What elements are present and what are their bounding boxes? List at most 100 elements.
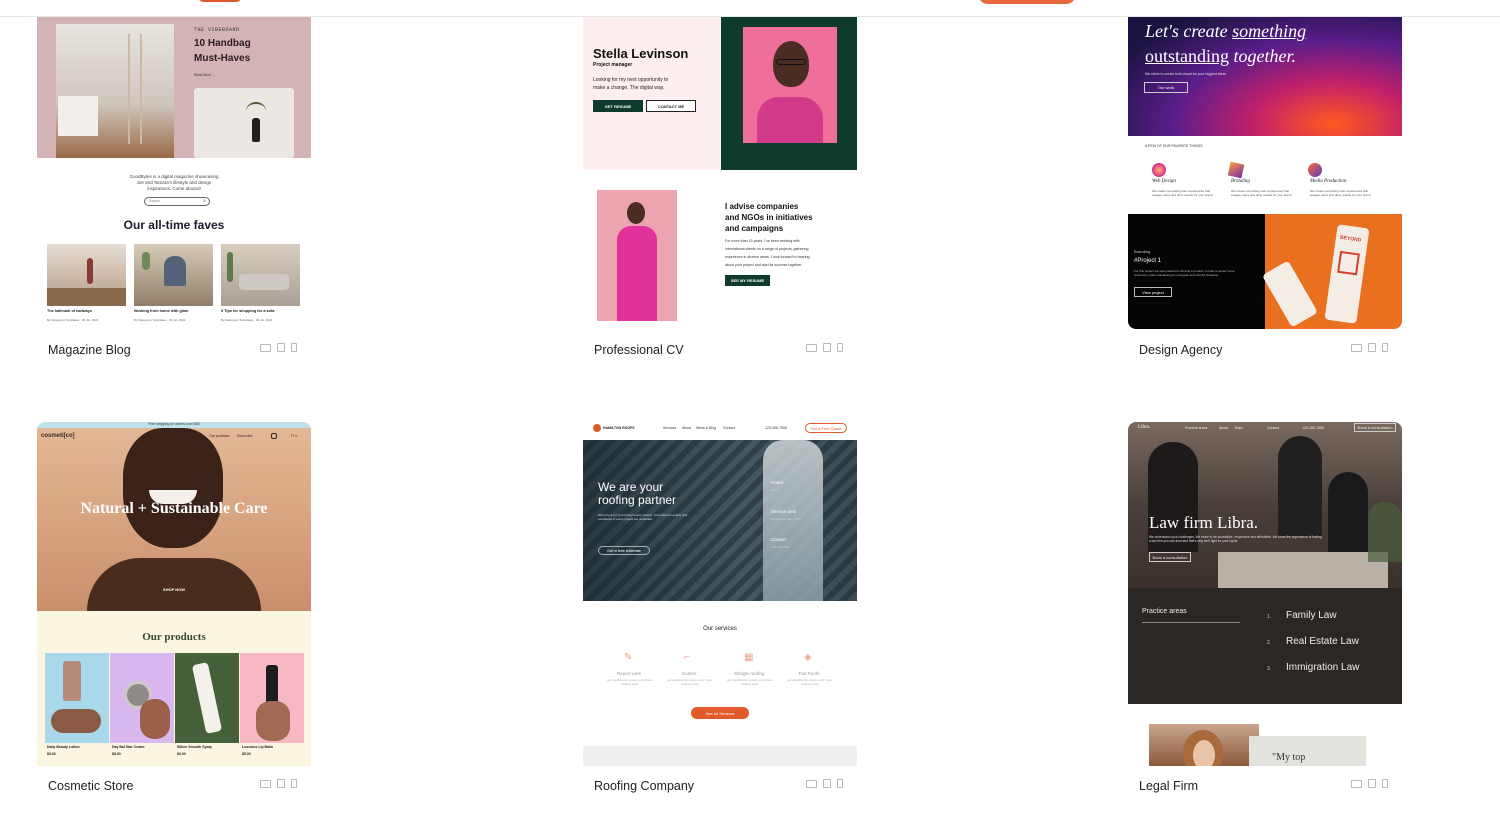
template-title[interactable]: Professional CV	[594, 343, 684, 357]
template-card-magazine-blog[interactable]: THE VIBEBOARD 10 Handbag Must-Haves Read…	[37, 17, 311, 367]
nav-about[interactable]: About	[682, 426, 691, 430]
phone-number[interactable]: 123-456-7890	[765, 426, 787, 430]
product-name-4[interactable]: Luscious Lip Balm	[242, 745, 273, 749]
template-preview[interactable]: Let's create something outstanding toget…	[1128, 17, 1402, 329]
post-title-1[interactable]: The hallmark of hallways	[47, 309, 92, 313]
mobile-icon[interactable]	[291, 779, 297, 788]
mobile-icon[interactable]	[837, 779, 843, 788]
product-image-1[interactable]	[45, 653, 109, 743]
template-card-professional-cv[interactable]: Stella Levinson Project manager Looking …	[583, 17, 857, 367]
service-desc-3: get significantly reduce your home heati…	[727, 678, 773, 686]
post-meta-2: By Designers Templates · 06 Jul, 2022	[134, 318, 186, 322]
phone-number[interactable]: 123-456-7890	[1302, 426, 1324, 430]
desktop-icon[interactable]	[806, 779, 817, 788]
roofing-logo-icon	[593, 424, 601, 432]
free-estimate-button[interactable]: Get a free estimate	[598, 546, 650, 555]
product-name-1[interactable]: Daily Beauty Lotion	[47, 745, 80, 749]
tablet-icon[interactable]	[823, 779, 831, 788]
tablet-icon[interactable]	[277, 343, 285, 352]
service-name-3: Media Production	[1310, 179, 1347, 184]
desktop-icon[interactable]	[1351, 779, 1362, 788]
post-image-3[interactable]	[221, 244, 300, 306]
template-card-roofing-company[interactable]: HAMILTON ROOFS Services About News & Blo…	[583, 422, 857, 802]
book-consultation-nav-button[interactable]: Book a consultation	[1354, 423, 1396, 432]
product-image-3[interactable]	[175, 653, 239, 743]
store-logo[interactable]: cosmeti[co]	[41, 433, 75, 439]
nav-team[interactable]: Team	[1234, 426, 1243, 430]
products-heading: Our products	[142, 631, 206, 643]
product-image-2[interactable]	[110, 653, 174, 743]
book-consultation-button[interactable]: Book a consultation	[1149, 552, 1191, 562]
post-title-2[interactable]: Working from home with glam	[134, 309, 188, 313]
nav-accent-tab[interactable]	[198, 0, 242, 2]
template-preview[interactable]: Free shipping on orders over $50 cosmeti…	[37, 422, 311, 766]
tablet-icon[interactable]	[1368, 343, 1376, 352]
roofing-logo[interactable]: HAMILTON ROOFS	[603, 426, 635, 430]
our-work-button[interactable]: Our work	[1144, 82, 1188, 93]
template-title[interactable]: Cosmetic Store	[48, 779, 133, 793]
post-image-1[interactable]	[47, 244, 126, 306]
template-title[interactable]: Magazine Blog	[48, 343, 131, 357]
area-name-3[interactable]: Immigration Law	[1286, 662, 1359, 673]
shop-now-button[interactable]: SHOP NOW	[154, 585, 194, 593]
area-name-2[interactable]: Real Estate Law	[1286, 636, 1359, 647]
area-name-1[interactable]: Family Law	[1286, 610, 1337, 621]
nav-about[interactable]: About	[1219, 426, 1228, 430]
see-all-services-button[interactable]: See All Services	[691, 707, 749, 719]
product-image-4[interactable]	[240, 653, 304, 743]
nav-our-products[interactable]: Our products	[209, 434, 229, 438]
template-title[interactable]: Design Agency	[1139, 343, 1222, 357]
service-name-2: Branding	[1231, 179, 1250, 184]
contact-me-button[interactable]: CONTACT ME	[646, 100, 696, 112]
nav-news[interactable]: News & Blog	[696, 426, 716, 430]
mobile-icon[interactable]	[1382, 343, 1388, 352]
tablet-icon[interactable]	[823, 343, 831, 352]
post-title-3[interactable]: 5 Tips for shopping for a sofa	[221, 309, 274, 313]
desktop-icon[interactable]	[1351, 343, 1362, 352]
instagram-icon[interactable]	[271, 433, 277, 439]
nav-contact[interactable]: Contact	[723, 426, 735, 430]
template-preview[interactable]: Libra. Practice areas About Team Contact…	[1128, 422, 1402, 766]
cv-hero-left	[583, 17, 721, 170]
nav-services[interactable]: Services	[663, 426, 676, 430]
template-preview[interactable]: Stella Levinson Project manager Looking …	[583, 17, 857, 329]
post-meta-3: By Designers Templates · 06 Jul, 2022	[221, 318, 273, 322]
area-num-2: 2.	[1267, 640, 1272, 646]
get-resume-button[interactable]: GET RESUME	[593, 100, 643, 112]
template-title[interactable]: Legal Firm	[1139, 779, 1198, 793]
intro-line-3: inspirations. Come aboard!	[147, 186, 201, 191]
flat-roof-icon: ◈	[804, 652, 812, 663]
hero-line-1: We are your	[598, 480, 664, 494]
start-button[interactable]	[978, 0, 1076, 4]
template-preview[interactable]: THE VIBEBOARD 10 Handbag Must-Haves Read…	[37, 17, 311, 327]
legal-logo[interactable]: Libra.	[1138, 425, 1150, 430]
nav-contact[interactable]: Contact	[1267, 426, 1279, 430]
template-card-legal-firm[interactable]: Libra. Practice areas About Team Contact…	[1128, 422, 1402, 802]
search-input[interactable]: Search ⌕	[144, 197, 210, 206]
desktop-icon[interactable]	[806, 343, 817, 352]
tablet-icon[interactable]	[1368, 779, 1376, 788]
nav-practice-areas[interactable]: Practice areas	[1185, 426, 1207, 430]
desktop-icon[interactable]	[260, 779, 271, 788]
template-title[interactable]: Roofing Company	[594, 779, 694, 793]
desktop-icon[interactable]	[260, 343, 271, 352]
template-card-design-agency[interactable]: Let's create something outstanding toget…	[1128, 17, 1402, 367]
service-name-2: Gutters	[681, 671, 697, 676]
product-name-2[interactable]: Day Bal Star Cream	[112, 745, 145, 749]
product-name-3[interactable]: Silken Smooth Spray	[177, 745, 212, 749]
template-card-cosmetic-store[interactable]: Free shipping on orders over $50 cosmeti…	[37, 422, 311, 802]
tablet-icon[interactable]	[277, 779, 285, 788]
mobile-icon[interactable]	[1382, 779, 1388, 788]
cart-icon[interactable]: ⊓ 0	[291, 433, 297, 438]
read-more-link[interactable]: Read More →	[194, 73, 216, 77]
nav-subscribe[interactable]: Subscribe	[237, 434, 253, 438]
repair-icon: ✎	[624, 652, 633, 663]
free-quote-button[interactable]: Get a Free Quote	[805, 423, 847, 433]
service-desc-1: get significantly reduce your home heati…	[607, 678, 653, 686]
mobile-icon[interactable]	[291, 343, 297, 352]
template-preview[interactable]: HAMILTON ROOFS Services About News & Blo…	[583, 422, 857, 766]
view-project-button[interactable]: View project	[1134, 287, 1172, 297]
see-resume-button[interactable]: SEE MY RESUME	[725, 275, 770, 286]
post-image-2[interactable]	[134, 244, 213, 306]
mobile-icon[interactable]	[837, 343, 843, 352]
